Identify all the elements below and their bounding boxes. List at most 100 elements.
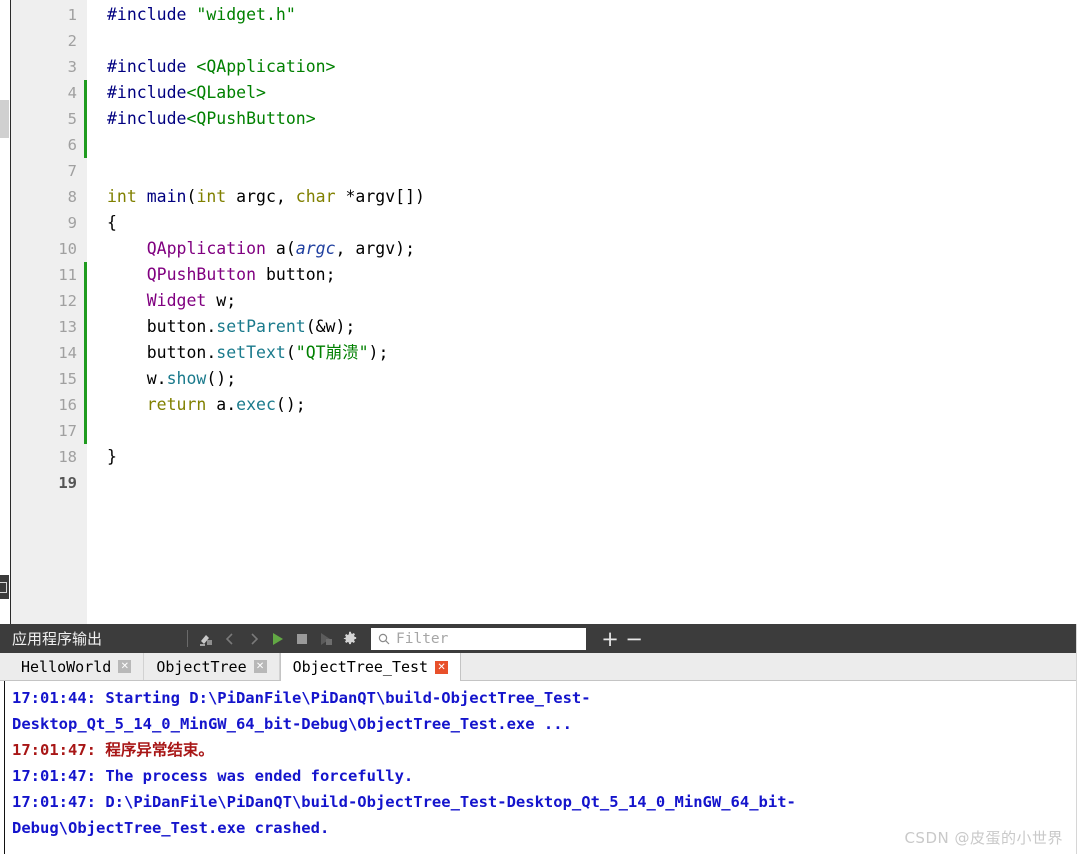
sidebar-collapse-badge[interactable] [0,575,9,599]
code-token: w. [107,369,167,388]
output-tab[interactable]: HelloWorld ✕ [9,653,145,680]
code-token: int [196,187,227,206]
line-number: 11 [58,266,77,284]
line-number: 17 [58,422,77,440]
code-editor[interactable]: 12345678▼910111213141516171819 #include … [0,0,1077,624]
code-token: setText [216,343,286,362]
line-number: 13 [58,318,77,336]
code-line[interactable]: QPushButton button; [87,262,1077,288]
toolbar-divider [187,630,188,647]
code-token: <QPushButton> [186,109,316,128]
code-token: argc, [226,187,296,206]
console-output[interactable]: 17:01:44: Starting D:\PiDanFile\PiDanQT\… [0,681,1077,854]
line-number: 3 [67,58,77,76]
line-number: 18 [58,448,77,466]
console-left-rule [4,681,5,854]
code-line[interactable]: w.show(); [87,366,1077,392]
editor-left-scrollbar[interactable] [0,0,11,624]
code-text-area[interactable]: #include "widget.h" #include <QApplicati… [87,0,1077,624]
line-number: 15 [58,370,77,388]
output-toolbar: 应用程序输出 Filter + − [0,624,1077,653]
code-token: ( [285,343,296,362]
code-token: #include [107,109,187,128]
line-number: 8▼ [11,184,97,210]
zoom-in-button[interactable]: + [598,628,622,649]
scrollbar-thumb[interactable] [0,100,9,138]
settings-gear-icon[interactable] [339,628,361,650]
code-token: #include [107,57,187,76]
attach-debugger-icon[interactable] [315,628,337,650]
code-line[interactable]: #include<QLabel> [87,80,1077,106]
code-line[interactable]: return a.exec(); [87,392,1077,418]
close-icon[interactable]: ✕ [253,660,267,673]
code-token: , argv); [335,239,416,258]
console-line: 17:01:47: The process was ended forceful… [12,767,414,785]
line-number: 9 [67,214,77,232]
code-token: exec [236,395,276,414]
code-token: #include [107,5,187,24]
zoom-out-button[interactable]: − [622,628,646,649]
code-token: ( [186,187,197,206]
code-line[interactable] [87,418,1077,444]
code-line[interactable]: button.setText("QT崩溃"); [87,340,1077,366]
code-token: w; [206,291,237,310]
code-token: QApplication [146,239,266,258]
code-token: <QApplication> [196,57,336,76]
output-tab-label: ObjectTree_Test [292,658,429,676]
line-number: 14 [58,344,77,362]
search-icon [378,633,390,644]
output-pane-title: 应用程序输出 [12,630,103,648]
code-line[interactable]: button.setParent(&w); [87,314,1077,340]
code-token: show [166,369,207,388]
prev-item-icon[interactable] [219,628,241,650]
output-tab[interactable]: ObjectTree_Test ✕ [279,653,462,681]
output-filter-field[interactable]: Filter [371,627,586,650]
code-token: QPushButton [146,265,257,284]
code-token: #include [107,83,187,102]
line-number: 19 [58,474,77,492]
output-tab[interactable]: ObjectTree ✕ [144,653,280,680]
code-line[interactable]: #include<QPushButton> [87,106,1077,132]
stop-icon[interactable] [291,628,313,650]
code-token: button. [107,343,217,362]
output-tab-bar: HelloWorld ✕ ObjectTree ✕ ObjectTree_Test ✕ [0,653,1077,681]
code-line[interactable]: QApplication a(argc, argv); [87,236,1077,262]
code-token: int [107,187,137,206]
code-token: "widget.h" [196,5,296,24]
line-number: 6 [67,136,77,154]
code-line[interactable]: Widget w; [87,288,1077,314]
console-line: 17:01:47: 程序异常结束。 [12,741,214,759]
code-token: (); [275,395,306,414]
clear-output-icon[interactable] [195,628,217,650]
code-token: main [146,187,187,206]
code-token: { [107,213,117,232]
line-number: 10 [58,240,77,258]
close-icon[interactable]: ✕ [118,660,132,673]
code-line[interactable] [87,28,1077,54]
code-line[interactable] [87,158,1077,184]
code-token: char [295,187,336,206]
code-token: button. [107,317,217,336]
code-line[interactable]: { [87,210,1077,236]
line-number: 12 [58,292,77,310]
close-icon[interactable]: ✕ [435,660,449,674]
console-line: 17:01:47: D:\PiDanFile\PiDanQT\build-Obj… [12,793,796,811]
code-token: setParent [216,317,306,336]
code-token: <QLabel> [186,83,266,102]
code-line[interactable]: #include "widget.h" [87,2,1077,28]
code-line[interactable] [87,132,1077,158]
next-item-icon[interactable] [243,628,265,650]
code-line[interactable]: #include <QApplication> [87,54,1077,80]
code-line[interactable]: int main(int argc, char *argv[]) [87,184,1077,210]
run-icon[interactable] [267,628,289,650]
code-line[interactable]: } [87,444,1077,470]
console-line: 17:01:44: Starting D:\PiDanFile\PiDanQT\… [12,689,591,707]
code-token: (&w); [305,317,356,336]
code-line[interactable] [87,470,1077,496]
filter-placeholder: Filter [396,630,449,647]
